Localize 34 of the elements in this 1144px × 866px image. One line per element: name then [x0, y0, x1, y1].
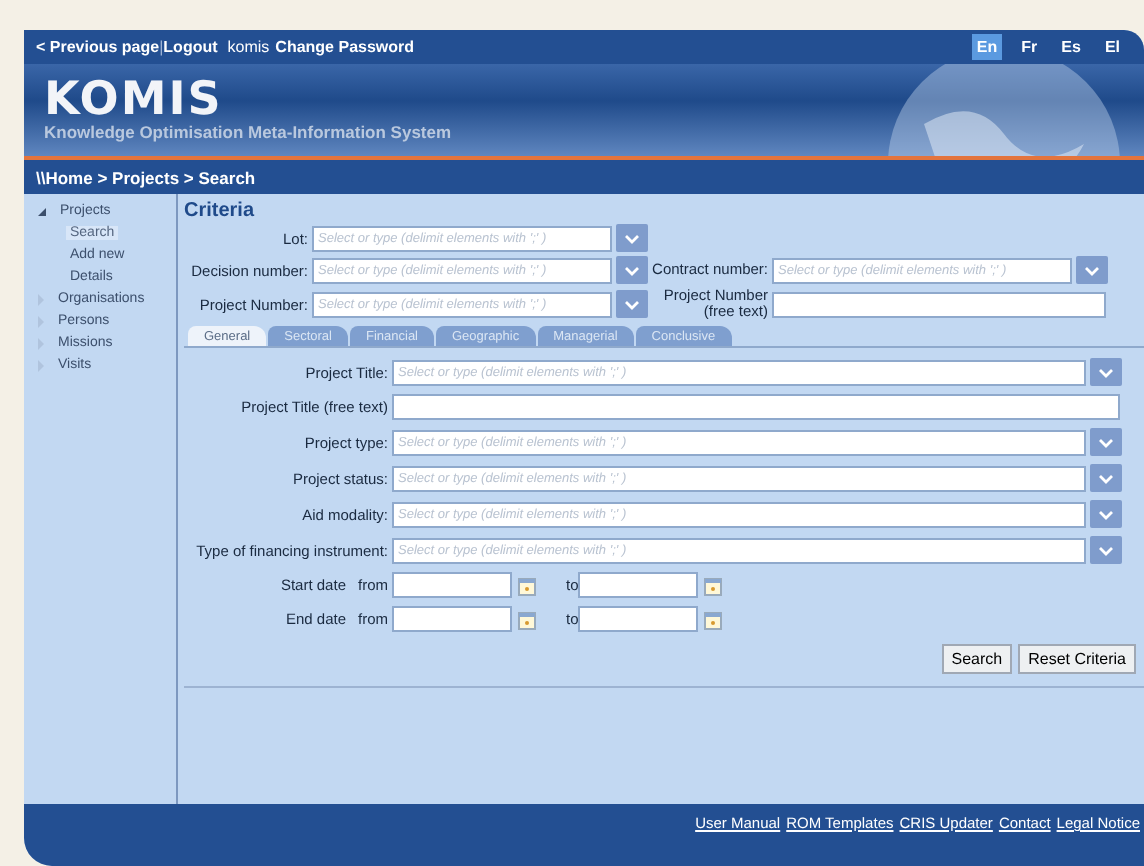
calendar-icon[interactable]	[518, 575, 536, 595]
dropdown-button[interactable]	[1090, 428, 1122, 456]
date-field[interactable]	[578, 606, 699, 632]
separator: |	[159, 38, 164, 56]
user-name: komis	[227, 38, 270, 56]
dropdown-button[interactable]	[1076, 256, 1108, 284]
date-field[interactable]	[392, 606, 512, 632]
section-title: Criteria	[184, 200, 257, 224]
dropdown-button[interactable]	[616, 256, 648, 284]
dropdown-button[interactable]	[1090, 536, 1122, 564]
calendar-icon[interactable]	[704, 575, 723, 595]
calendar-icon[interactable]	[518, 609, 536, 629]
language-button[interactable]: Es	[1057, 34, 1085, 60]
language-button[interactable]: El	[1100, 34, 1124, 60]
nav-link[interactable]: Logout	[163, 38, 218, 56]
text-field[interactable]	[392, 394, 1120, 420]
change-password-link[interactable]: Change Password	[275, 38, 415, 56]
text-field[interactable]	[772, 291, 1106, 317]
date-field[interactable]	[392, 572, 512, 598]
app-logo-text: KOMIS	[44, 78, 223, 122]
date-field[interactable]	[578, 572, 699, 598]
breadcrumb: \\Home > Projects > Search	[36, 167, 256, 187]
dropdown-button[interactable]	[616, 224, 648, 252]
form-button[interactable]: Reset Criteria	[1018, 644, 1136, 674]
app-subtitle: Knowledge Optimisation Meta-Information System	[44, 122, 452, 142]
language-button[interactable]: Fr	[1017, 34, 1042, 60]
dropdown-button[interactable]	[1090, 500, 1122, 528]
dropdown-button[interactable]	[1090, 358, 1122, 386]
dropdown-button[interactable]	[1090, 464, 1122, 492]
expander-icon[interactable]	[38, 207, 46, 215]
calendar-icon[interactable]	[704, 609, 723, 629]
dropdown-button[interactable]	[616, 290, 648, 318]
nav-link[interactable]: < Previous page	[36, 38, 160, 56]
form-button[interactable]: Search	[941, 644, 1013, 674]
